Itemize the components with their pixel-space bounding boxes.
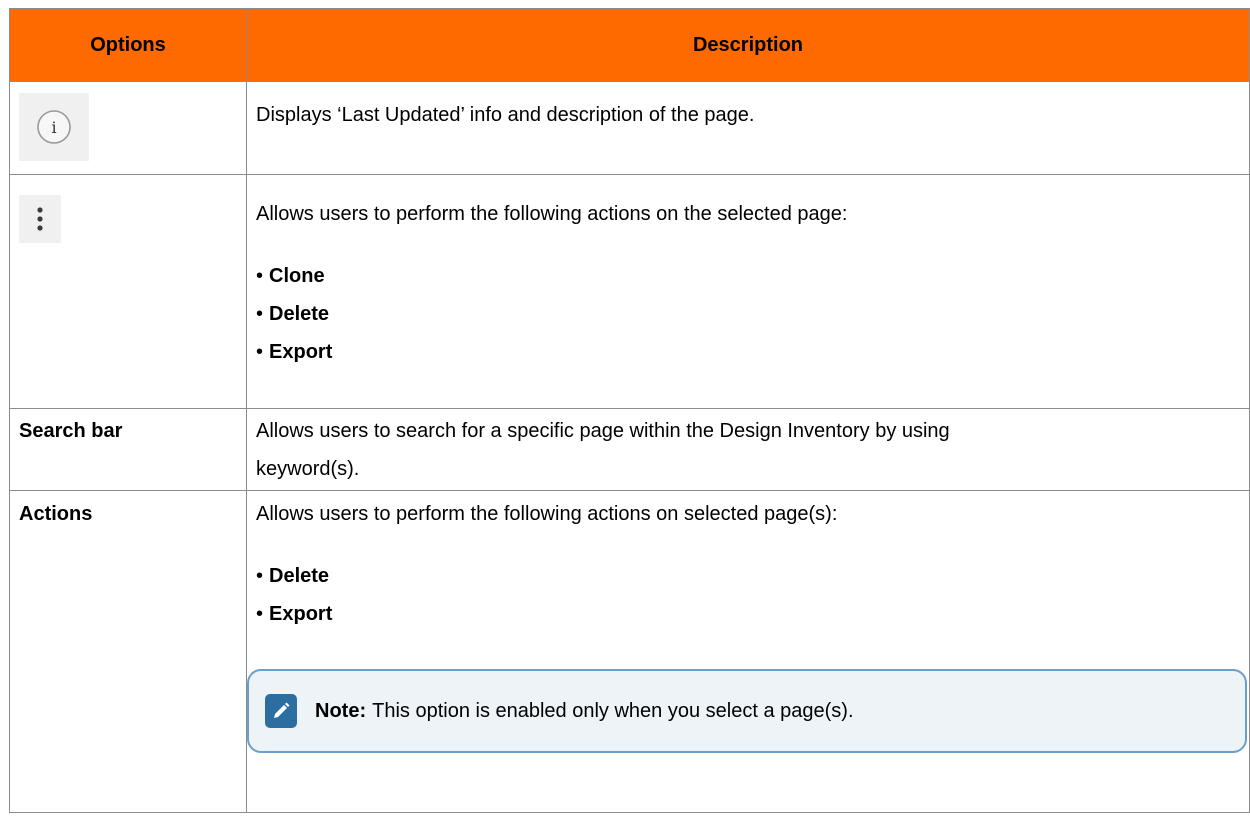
option-label: Actions bbox=[19, 503, 93, 525]
option-cell bbox=[9, 174, 247, 409]
table-row: Actions Allows users to perform the foll… bbox=[9, 490, 1250, 813]
note-label: Note: bbox=[315, 700, 367, 722]
table-row: Allows users to perform the following ac… bbox=[9, 174, 1250, 409]
description-cell: Allows users to perform the following ac… bbox=[246, 174, 1250, 409]
note-text: This option is enabled only when you sel… bbox=[372, 700, 854, 722]
description-line: Allows users to search for a specific pa… bbox=[256, 420, 950, 442]
list-item: • Export bbox=[256, 603, 333, 625]
list-item: • Delete bbox=[256, 303, 330, 325]
header-options: Options bbox=[9, 8, 247, 82]
table-row: i Displays ‘Last Updated’ info and descr… bbox=[9, 81, 1250, 175]
table-header-row: Options Description bbox=[9, 8, 1250, 82]
options-table: Options Description i Displays ‘Last Upd… bbox=[9, 8, 1250, 813]
description-text: Allows users to perform the following ac… bbox=[256, 203, 848, 225]
pencil-note-icon bbox=[265, 694, 297, 728]
header-description: Description bbox=[246, 8, 1250, 82]
description-cell: Allows users to search for a specific pa… bbox=[246, 408, 1250, 491]
list-item: • Clone bbox=[256, 265, 325, 287]
table-row: Search bar Allows users to search for a … bbox=[9, 408, 1250, 491]
description-line: keyword(s). bbox=[256, 458, 360, 480]
option-cell: i bbox=[9, 81, 247, 175]
description-text: Allows users to perform the following ac… bbox=[256, 503, 838, 525]
option-cell: Search bar bbox=[9, 408, 247, 491]
list-item: • Export bbox=[256, 341, 333, 363]
description-cell: Displays ‘Last Updated’ info and descrip… bbox=[246, 81, 1250, 175]
option-cell: Actions bbox=[9, 490, 247, 813]
description-text: Displays ‘Last Updated’ info and descrip… bbox=[256, 104, 755, 126]
list-item: • Delete bbox=[256, 565, 330, 587]
note-callout: Note: This option is enabled only when y… bbox=[247, 669, 1247, 753]
action-list: • Clone • Delete • Export bbox=[256, 257, 1249, 371]
svg-text:i: i bbox=[51, 118, 56, 137]
option-label: Search bar bbox=[19, 420, 123, 442]
action-list: • Delete • Export bbox=[256, 557, 1249, 633]
vertical-ellipsis-icon bbox=[19, 195, 61, 243]
description-cell: Allows users to perform the following ac… bbox=[246, 490, 1250, 813]
info-circle-icon: i bbox=[19, 93, 89, 161]
